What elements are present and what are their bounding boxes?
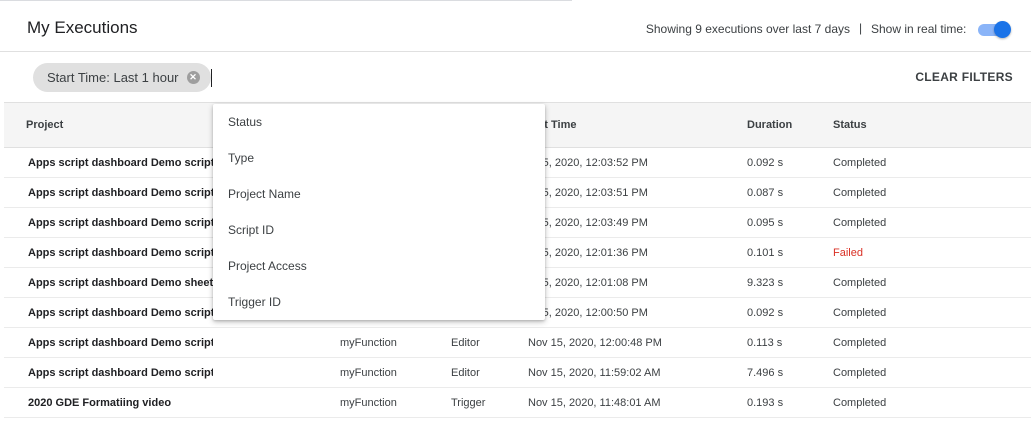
cell-duration: 9.323 s [747, 277, 784, 289]
dropdown-item-status[interactable]: Status [213, 104, 545, 140]
dropdown-item-label: Script ID [228, 223, 275, 237]
cell-project: 2020 GDE Formatiing video [28, 397, 172, 409]
filter-field-dropdown: Status Type Project Name Script ID Project A… [213, 104, 545, 320]
realtime-label: Show in real time: [871, 22, 967, 36]
cell-status: Failed [833, 247, 863, 259]
cell-duration: 0.113 s [747, 337, 783, 349]
executions-summary: Showing 9 executions over last 7 days [645, 22, 850, 36]
cell-start-time: v 15, 2020, 12:00:50 PM [528, 307, 648, 319]
cell-status: Completed [833, 187, 887, 199]
filter-chip-label: Start Time: Last 1 hour [47, 70, 179, 85]
cell-duration: 0.092 s [747, 307, 784, 319]
cell-project: Apps script dashboard Demo sheet [28, 277, 213, 289]
cell-start-time: Nov 15, 2020, 11:59:02 AM [528, 367, 661, 379]
dropdown-item-type[interactable]: Type [213, 140, 545, 176]
cell-project: Apps script dashboard Demo script [28, 187, 213, 199]
cell-duration: 0.087 s [747, 187, 784, 199]
dropdown-item-label: Type [228, 151, 255, 165]
cell-project: Apps script dashboard Demo script [28, 247, 213, 259]
dropdown-item-project-name[interactable]: Project Name [213, 176, 545, 212]
cell-start-time: v 15, 2020, 12:03:51 PM [528, 187, 648, 199]
cell-type: Trigger [451, 397, 486, 409]
cell-status: Completed [833, 157, 887, 169]
cell-duration: 0.092 s [747, 157, 784, 169]
cell-function: myFunction [340, 337, 397, 349]
cell-status: Completed [833, 217, 887, 229]
cell-status: Completed [833, 397, 887, 409]
dropdown-item-label: Project Name [228, 187, 301, 201]
cell-duration: 7.496 s [747, 367, 784, 379]
cell-status: Completed [833, 337, 887, 349]
cell-start-time: v 15, 2020, 12:03:52 PM [528, 157, 648, 169]
filter-input-caret[interactable] [211, 69, 212, 87]
column-header-start-time[interactable]: rt Time [540, 119, 576, 131]
cell-start-time: Nov 15, 2020, 12:00:48 PM [528, 337, 662, 349]
column-header-status[interactable]: Status [833, 119, 867, 131]
cell-project: Apps script dashboard Demo script [28, 307, 213, 319]
cell-status: Completed [833, 367, 887, 379]
filter-chip-start-time[interactable]: Start Time: Last 1 hour ✕ [33, 63, 211, 92]
cell-project: Apps script dashboard Demo script 1 [28, 337, 213, 349]
column-header-duration[interactable]: Duration [747, 119, 792, 131]
dropdown-item-script-id[interactable]: Script ID [213, 212, 545, 248]
close-circle-icon[interactable]: ✕ [186, 71, 200, 84]
dropdown-item-trigger-id[interactable]: Trigger ID [213, 284, 545, 320]
cell-status: Completed [833, 307, 887, 319]
cell-function: myFunction [340, 397, 397, 409]
cell-project: Apps script dashboard Demo script [28, 217, 213, 229]
cell-start-time: Nov 15, 2020, 11:48:01 AM [528, 397, 661, 409]
filter-bar: Start Time: Last 1 hour ✕ CLEAR FILTERS [0, 53, 1031, 103]
cell-start-time: v 15, 2020, 12:01:08 PM [528, 277, 648, 289]
cell-duration: 0.193 s [747, 397, 784, 409]
table-row[interactable]: 2020 GDE Formatiing video myFunction Trigg… [4, 388, 1031, 418]
dropdown-item-label: Project Access [228, 259, 307, 273]
realtime-toggle[interactable] [978, 21, 1011, 38]
cell-status: Completed [833, 277, 887, 289]
cell-start-time: v 15, 2020, 12:01:36 PM [528, 247, 648, 259]
column-header-project[interactable]: Project [26, 119, 63, 131]
page-header: My Executions Showing 9 executions over … [0, 0, 1031, 52]
cell-type: Editor [451, 337, 480, 349]
cell-start-time: v 15, 2020, 12:03:49 PM [528, 217, 648, 229]
header-separator: | [859, 21, 863, 35]
cell-duration: 0.101 s [747, 247, 784, 259]
dropdown-item-project-access[interactable]: Project Access [213, 248, 545, 284]
toggle-knob [994, 21, 1011, 38]
table-row[interactable]: Apps script dashboard Demo script 1 myFun… [4, 358, 1031, 388]
dropdown-item-label: Trigger ID [228, 295, 281, 309]
table-row[interactable]: Apps script dashboard Demo script 1 myFun… [4, 328, 1031, 358]
clear-filters-button[interactable]: CLEAR FILTERS [915, 70, 1013, 84]
cell-type: Editor [451, 367, 480, 379]
cell-duration: 0.095 s [747, 217, 784, 229]
dropdown-item-label: Status [228, 115, 263, 129]
cell-project: Apps script dashboard Demo script [28, 157, 213, 169]
cell-function: myFunction [340, 367, 397, 379]
cell-project: Apps script dashboard Demo script 1 [28, 367, 213, 379]
page-title: My Executions [27, 18, 138, 37]
